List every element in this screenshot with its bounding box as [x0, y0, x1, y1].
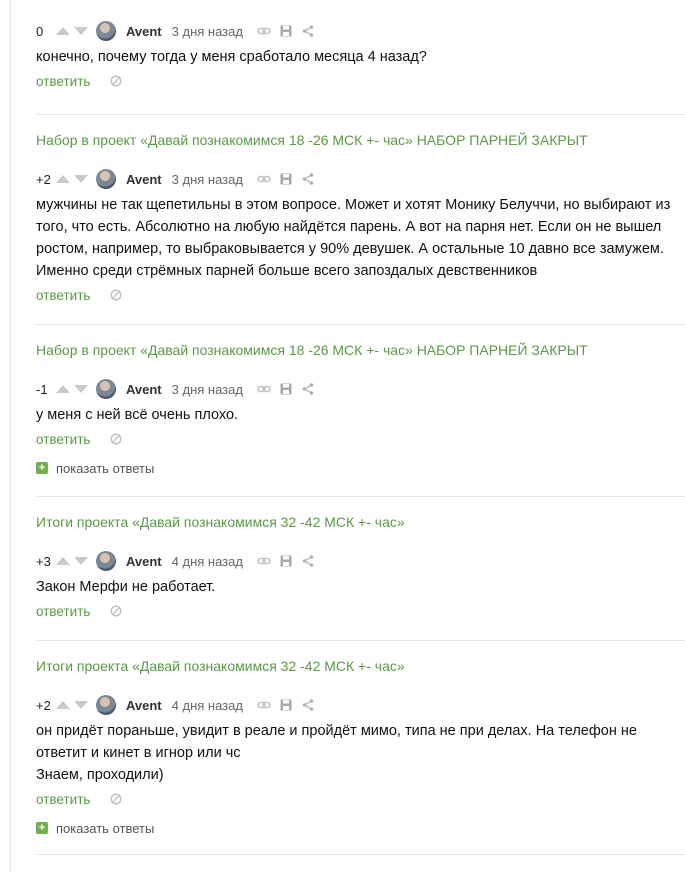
hide-comment-icon[interactable] [110, 793, 122, 805]
comment-actions: ответить [36, 428, 685, 450]
comment-rating: -1 [36, 381, 48, 397]
share-icon[interactable] [301, 698, 315, 712]
avatar[interactable] [96, 21, 116, 41]
story-title-link[interactable]: Набор в проект «Давай познакомимся 18 -2… [36, 340, 685, 360]
vote-up-icon[interactable] [56, 557, 70, 565]
avatar[interactable] [96, 379, 116, 399]
save-icon[interactable] [279, 172, 293, 186]
share-icon[interactable] [301, 382, 315, 396]
show-replies-button[interactable]: + показать ответы [36, 818, 685, 838]
hide-comment-icon[interactable] [110, 289, 122, 301]
show-replies-label: показать ответы [56, 820, 155, 836]
comment-meta: -1 Avent 3 дня назад [36, 378, 685, 400]
comment-text: он придёт пораньше, увидит в реале и про… [36, 720, 685, 786]
vote-down-icon[interactable] [74, 385, 88, 393]
comment-text: конечно, почему тогда у меня сработало м… [36, 46, 685, 68]
reply-button[interactable]: ответить [36, 604, 90, 619]
plus-box-icon: + [36, 462, 48, 474]
comment-block: 0 Avent 3 дня назад конечно, почему тогд… [36, 0, 685, 92]
comment-meta: +3 Avent 4 дня назад [36, 550, 685, 572]
show-replies-button[interactable]: + показать ответы [36, 458, 685, 478]
comment-date[interactable]: 3 дня назад [172, 382, 243, 397]
comment-paragraph: конечно, почему тогда у меня сработало м… [36, 49, 427, 65]
show-replies-label: показать ответы [56, 460, 155, 476]
comment-block: Набор в проект «Давай познакомимся 18 -2… [36, 325, 685, 478]
comment-meta: +2 Avent 3 дня назад [36, 168, 685, 190]
link-icon[interactable] [257, 698, 271, 712]
link-icon[interactable] [257, 24, 271, 38]
plus-box-icon: + [36, 822, 48, 834]
comment-block: Набор в проект «Давай познакомимся 18 -2… [36, 115, 685, 306]
thread-guide-line [10, 0, 11, 872]
comment-date[interactable]: 4 дня назад [172, 554, 243, 569]
comment-block: Итоги проекта «Давай познакомимся 32 -42… [36, 497, 685, 622]
vote-up-icon[interactable] [56, 701, 70, 709]
comment-date[interactable]: 3 дня назад [172, 172, 243, 187]
author-name[interactable]: Avent [126, 172, 162, 187]
vote-up-icon[interactable] [56, 27, 70, 35]
hide-comment-icon[interactable] [110, 75, 122, 87]
comment-rating: +3 [36, 553, 51, 569]
vote-up-icon[interactable] [56, 385, 70, 393]
comment-actions: ответить [36, 70, 685, 92]
vote-down-icon[interactable] [74, 557, 88, 565]
share-icon[interactable] [301, 172, 315, 186]
hide-comment-icon[interactable] [110, 433, 122, 445]
comment-feed: 0 Avent 3 дня назад конечно, почему тогд… [36, 0, 685, 855]
vote-down-icon[interactable] [74, 27, 88, 35]
save-icon[interactable] [279, 554, 293, 568]
avatar[interactable] [96, 551, 116, 571]
vote-up-icon[interactable] [56, 175, 70, 183]
comment-divider [36, 854, 685, 855]
comment-text: у меня с ней всё очень плохо. [36, 404, 685, 426]
comment-paragraph: Закон Мерфи не работает. [36, 579, 216, 595]
comment-actions: ответить [36, 600, 685, 622]
story-title-link[interactable]: Итоги проекта «Давай познакомимся 32 -42… [36, 512, 685, 532]
comment-actions: ответить [36, 788, 685, 810]
reply-button[interactable]: ответить [36, 432, 90, 447]
hide-comment-icon[interactable] [110, 605, 122, 617]
reply-button[interactable]: ответить [36, 288, 90, 303]
vote-down-icon[interactable] [74, 701, 88, 709]
reply-button[interactable]: ответить [36, 792, 90, 807]
comment-date[interactable]: 4 дня назад [172, 698, 243, 713]
share-icon[interactable] [301, 24, 315, 38]
comment-paragraph: мужчины не так щепетильны в этом вопросе… [36, 197, 671, 279]
comment-text: Закон Мерфи не работает. [36, 576, 685, 598]
share-icon[interactable] [301, 554, 315, 568]
comment-actions: ответить [36, 284, 685, 306]
comment-rating: 0 [36, 23, 44, 39]
comment-paragraph: у меня с ней всё очень плохо. [36, 407, 239, 423]
comment-date[interactable]: 3 дня назад [172, 24, 243, 39]
save-icon[interactable] [279, 382, 293, 396]
story-title-link[interactable]: Набор в проект «Давай познакомимся 18 -2… [36, 130, 685, 150]
link-icon[interactable] [257, 382, 271, 396]
comment-text: мужчины не так щепетильны в этом вопросе… [36, 194, 685, 282]
comment-paragraph: Знаем, проходили) [36, 767, 164, 783]
comment-paragraph: он придёт пораньше, увидит в реале и про… [36, 723, 637, 761]
link-icon[interactable] [257, 554, 271, 568]
save-icon[interactable] [279, 698, 293, 712]
author-name[interactable]: Avent [126, 698, 162, 713]
author-name[interactable]: Avent [126, 24, 162, 39]
vote-down-icon[interactable] [74, 175, 88, 183]
comment-rating: +2 [36, 171, 51, 187]
comment-rating: +2 [36, 697, 51, 713]
comment-meta: 0 Avent 3 дня назад [36, 20, 685, 42]
avatar[interactable] [96, 695, 116, 715]
reply-button[interactable]: ответить [36, 74, 90, 89]
avatar[interactable] [96, 169, 116, 189]
link-icon[interactable] [257, 172, 271, 186]
author-name[interactable]: Avent [126, 554, 162, 569]
save-icon[interactable] [279, 24, 293, 38]
author-name[interactable]: Avent [126, 382, 162, 397]
story-title-link[interactable]: Итоги проекта «Давай познакомимся 32 -42… [36, 656, 685, 676]
comment-block: Итоги проекта «Давай познакомимся 32 -42… [36, 641, 685, 838]
comment-meta: +2 Avent 4 дня назад [36, 694, 685, 716]
